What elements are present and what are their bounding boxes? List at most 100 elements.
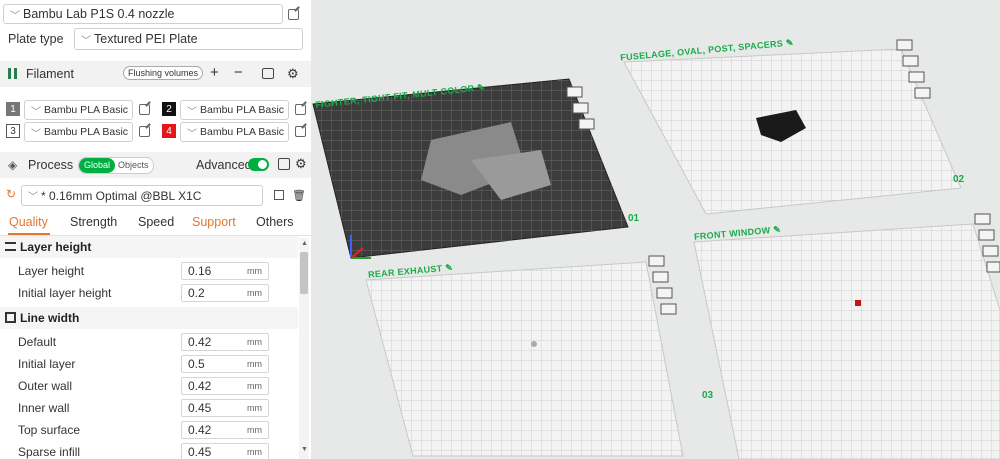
filament-icon: [8, 68, 17, 79]
settings-icon[interactable]: [986, 261, 1000, 273]
tab-others[interactable]: Others: [256, 215, 294, 229]
delete-icon[interactable]: 🗑: [292, 189, 306, 202]
close-plate-icon[interactable]: [648, 255, 665, 267]
plate-2-number: 02: [953, 174, 965, 185]
arrange-icon[interactable]: [978, 229, 995, 241]
settings-icon[interactable]: [914, 87, 931, 99]
outer-wall-line-width-input[interactable]: 0.42 mm: [181, 377, 269, 395]
advanced-label: Advanced: [196, 158, 252, 172]
chevron-down-icon: ﹀: [81, 35, 91, 47]
param-unit: mm: [247, 447, 262, 457]
sparse-infill-line-width-input[interactable]: 0.45 mm: [181, 443, 269, 459]
advanced-toggle[interactable]: [248, 158, 269, 171]
filament-slot-1-name: Bambu PLA Basic: [44, 104, 129, 116]
process-profile-name: * 0.16mm Optimal @BBL X1C: [41, 188, 202, 203]
chevron-down-icon: ﹀: [10, 10, 20, 22]
param-value: 0.16: [188, 264, 212, 278]
plate-type-select[interactable]: ﹀ Textured PEI Plate: [74, 28, 303, 50]
remove-filament-icon[interactable]: −: [234, 64, 243, 81]
lock-icon[interactable]: [656, 287, 673, 299]
printer-select[interactable]: ﹀ Bambu Lab P1S 0.4 nozzle: [3, 4, 283, 24]
line-width-icon: [5, 312, 16, 323]
param-label: Layer height: [18, 264, 85, 278]
param-value: 0.42: [188, 423, 212, 437]
scrollbar-thumb[interactable]: [300, 252, 308, 294]
param-unit: mm: [247, 266, 262, 276]
settings-icon[interactable]: [660, 303, 677, 315]
arrange-icon[interactable]: [652, 271, 669, 283]
param-value: 0.42: [188, 379, 212, 393]
param-label: Sparse infill: [18, 445, 81, 459]
plate-4[interactable]: [693, 223, 1000, 459]
add-filament-icon[interactable]: +: [210, 64, 219, 81]
arrange-icon[interactable]: [902, 55, 919, 67]
chevron-down-icon: ﹀: [187, 128, 197, 140]
compare-icon[interactable]: [278, 158, 290, 170]
param-value: 0.42: [188, 335, 212, 349]
group-line-width: Line width: [0, 307, 298, 329]
tab-strength[interactable]: Strength: [70, 215, 117, 229]
default-line-width-input[interactable]: 0.42 mm: [181, 333, 269, 351]
flushing-volumes-button[interactable]: Flushing volumes: [123, 66, 204, 80]
top-surface-line-width-input[interactable]: 0.42 mm: [181, 421, 269, 439]
scope-global-button[interactable]: Global: [79, 158, 116, 173]
initial-layer-height-input[interactable]: 0.2 mm: [181, 284, 269, 302]
reset-icon[interactable]: ↻: [6, 187, 16, 201]
param-unit: mm: [247, 359, 262, 369]
param-label: Inner wall: [18, 401, 70, 415]
filament-slot-4-select[interactable]: ﹀ Bambu PLA Basic: [180, 122, 289, 142]
lock-icon[interactable]: [982, 245, 999, 257]
lock-icon[interactable]: [578, 118, 595, 130]
edit-printer-icon[interactable]: [288, 9, 299, 20]
filament-sync-icon[interactable]: [262, 68, 274, 79]
close-plate-icon[interactable]: [566, 86, 583, 98]
tab-speed[interactable]: Speed: [138, 215, 174, 229]
inner-wall-line-width-input[interactable]: 0.45 mm: [181, 399, 269, 417]
tab-support[interactable]: Support: [192, 215, 236, 229]
param-unit: mm: [247, 425, 262, 435]
param-value: 0.45: [188, 445, 212, 459]
tab-quality[interactable]: Quality: [9, 215, 48, 229]
layer-height-icon: [5, 242, 16, 251]
group-line-width-title: Line width: [20, 311, 80, 325]
lock-icon[interactable]: [908, 71, 925, 83]
param-unit: mm: [247, 381, 262, 391]
settings-scrollbar[interactable]: ▲ ▼: [299, 238, 309, 459]
edit-filament-icon[interactable]: [139, 126, 150, 137]
arrange-icon[interactable]: [572, 102, 589, 114]
param-value: 0.2: [188, 286, 205, 300]
param-unit: mm: [247, 288, 262, 298]
param-label: Outer wall: [18, 379, 73, 393]
group-layer-height-title: Layer height: [20, 240, 92, 254]
scope-toggle[interactable]: Global Objects: [78, 157, 154, 174]
param-unit: mm: [247, 337, 262, 347]
layer-height-input[interactable]: 0.16 mm: [181, 262, 269, 280]
close-plate-icon[interactable]: [974, 213, 991, 225]
filament-slot-2-select[interactable]: ﹀ Bambu PLA Basic: [180, 100, 289, 120]
settings-sidebar: ﹀ Bambu Lab P1S 0.4 nozzle Plate type ﹀ …: [0, 0, 312, 459]
filament-slot-4-name: Bambu PLA Basic: [200, 126, 285, 138]
gear-icon[interactable]: ⚙: [287, 66, 299, 82]
filament-slot-4-badge: 4: [162, 124, 176, 138]
edit-filament-icon[interactable]: [139, 104, 150, 115]
filament-slot-1-select[interactable]: ﹀ Bambu PLA Basic: [24, 100, 133, 120]
scope-objects-button[interactable]: Objects: [118, 158, 149, 173]
gear-icon[interactable]: ⚙: [295, 156, 307, 172]
filament-header: Filament Flushing volumes + − ⚙: [0, 61, 311, 87]
process-icon: ◈: [8, 158, 18, 172]
close-plate-icon[interactable]: [896, 39, 913, 51]
chevron-down-icon: ﹀: [31, 106, 41, 118]
filament-slot-3-select[interactable]: ﹀ Bambu PLA Basic: [24, 122, 133, 142]
filament-slot-2-name: Bambu PLA Basic: [200, 104, 285, 116]
model-rear-exhaust[interactable]: [531, 341, 537, 347]
filament-title: Filament: [26, 67, 74, 81]
filament-slot-2-badge: 2: [162, 102, 176, 116]
initial-layer-line-width-input[interactable]: 0.5 mm: [181, 355, 269, 373]
3d-viewport[interactable]: FIGHTER, TIGHT FIT, MULT COLOR ✎ FUSELAG…: [311, 0, 1000, 459]
plate-3[interactable]: [365, 261, 684, 457]
edit-filament-icon[interactable]: [295, 104, 306, 115]
model-front-window[interactable]: [855, 300, 861, 306]
edit-filament-icon[interactable]: [295, 126, 306, 137]
process-profile-select[interactable]: ﹀ * 0.16mm Optimal @BBL X1C: [21, 185, 263, 206]
save-icon[interactable]: [274, 190, 284, 200]
